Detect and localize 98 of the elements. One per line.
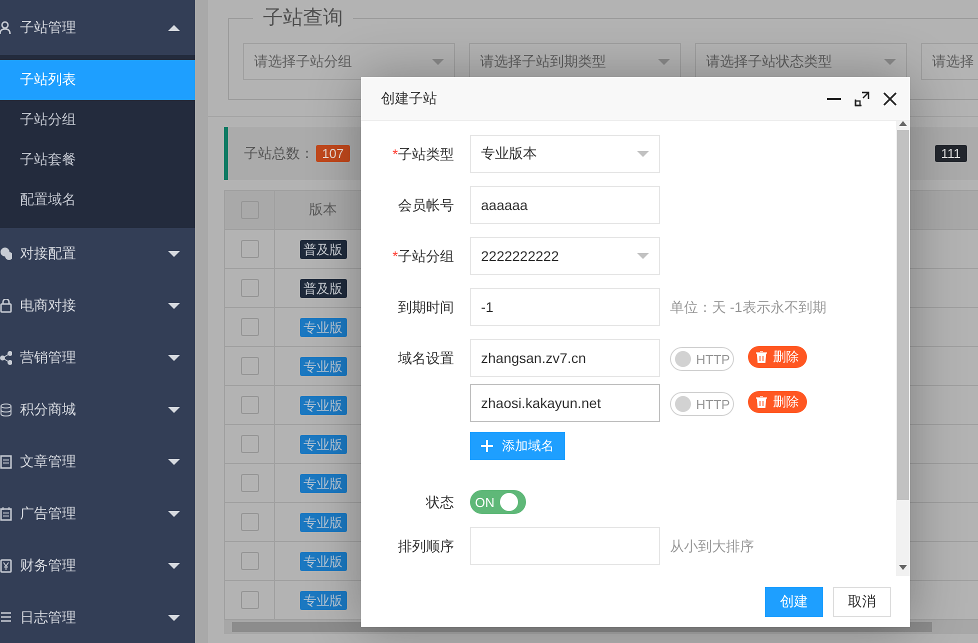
checkbox[interactable] [240,513,258,532]
submenu-item[interactable]: 子站分组 [0,100,195,140]
caret-icon [637,151,649,157]
close-icon[interactable] [882,90,898,106]
caret-icon [168,459,180,465]
version-tag: 专业版 [300,318,346,336]
input-field[interactable]: zhangsan.zv7.cn [470,339,660,377]
caret-icon [168,303,180,309]
trash-icon [756,396,767,408]
version-tag: 普及版 [300,240,346,258]
maximize-icon[interactable] [854,90,870,106]
checkbox[interactable] [240,240,258,258]
list-icon [0,611,12,625]
checkbox[interactable] [240,279,258,298]
submenu-item[interactable]: 配置域名 [0,180,195,220]
menu-label: 电商对接 [20,297,77,315]
input-field[interactable]: zhaosi.kakayun.net [470,384,660,422]
field-label: 域名设置 [397,349,455,368]
arrow-down-icon [899,565,907,570]
yen-icon [0,559,12,573]
sidebar-item[interactable]: 广告管理 [0,488,195,540]
arrow-up-icon [899,121,907,126]
placeholder-text: 请选择子站状态类型 [706,52,832,70]
sidebar-item[interactable]: 财务管理 [0,540,195,592]
version-tag: 专业版 [300,552,346,570]
checkbox[interactable] [240,357,258,376]
dialog-title: 创建子站 [381,90,438,108]
version-tag: 专业版 [300,396,346,414]
hint-text: 单位：天 -1表示永不到期 [670,298,826,317]
version-tag: 专业版 [300,434,346,454]
sidebar-item[interactable]: 子站管理 [0,0,195,55]
chat-icon [0,247,12,261]
panel-title: 子站查询 [262,9,344,27]
input-field[interactable]: aaaaaa [470,186,660,224]
sidebar-item[interactable]: 营销管理 [0,332,195,384]
version-tag: 专业版 [300,356,346,376]
sidebar-item[interactable]: 积分商城 [0,384,195,436]
hint-text: 从小到大排序 [670,537,754,556]
input-field[interactable]: -1 [470,288,660,326]
menu-label: 子站管理 [20,18,77,36]
cancel-button[interactable]: 取消 [833,586,891,616]
menu-label: 对接配置 [20,245,77,263]
count-badge: 111 [935,145,967,162]
version-tag: 普及版 [300,278,346,298]
menu-label: 营销管理 [20,349,77,367]
caret-icon [168,251,180,257]
field-label: 会员帐号 [397,196,455,215]
checkbox[interactable] [240,591,258,610]
caret-icon [637,253,649,259]
placeholder-text: 请选择子站分组 [254,52,352,70]
input-field[interactable] [470,527,660,565]
people-icon [0,20,12,34]
field-label: 到期时间 [397,298,455,317]
coins-icon [0,403,12,417]
checkbox[interactable] [240,318,258,336]
share-icon [0,351,12,365]
caret-icon [168,511,180,517]
version-tag: 专业版 [300,590,346,610]
field-label: 排列顺序 [397,537,455,556]
sidebar-item[interactable]: 文章管理 [0,436,195,488]
bag-icon [0,299,12,313]
plus-icon [481,440,493,452]
checkbox[interactable] [240,552,258,570]
sidebar-item[interactable]: 电商对接 [0,280,195,332]
placeholder-text: 请选择 [932,52,974,70]
menu-label: 积分商城 [20,401,77,419]
menu-label: 财务管理 [20,557,77,575]
placeholder-text: 请选择子站到期类型 [480,52,606,70]
caret-icon [432,58,444,64]
count-badge: 107 [316,145,350,162]
stats-label: 子站总数： [244,144,314,162]
caret-icon [168,563,180,569]
document-icon [0,455,12,469]
sidebar-item[interactable]: 日志管理 [0,592,195,643]
checkbox[interactable] [240,396,258,414]
menu-label: 广告管理 [20,505,77,523]
version-tag: 专业版 [300,474,346,492]
caret-icon [168,407,180,413]
select-field[interactable]: 专业版本 [470,135,660,173]
calendar-icon [0,507,12,521]
field-label: 状态 [425,493,455,512]
version-tag: 专业版 [300,512,346,532]
caret-icon [168,355,180,361]
caret-icon [168,615,180,621]
checkbox[interactable] [240,435,258,454]
caret-icon [884,58,896,64]
menu-label: 日志管理 [20,609,77,627]
sidebar-item[interactable]: 对接配置 [0,228,195,280]
field-label: *子站类型 [392,145,455,164]
vertical-scrollbar[interactable] [896,121,910,576]
checkbox[interactable] [240,474,258,492]
select-field[interactable]: 2222222222 [470,237,660,275]
trash-icon [756,351,767,363]
menu-label: 文章管理 [20,453,77,471]
caret-icon [168,24,180,30]
submenu-item[interactable]: 子站套餐 [0,140,195,180]
field-label: *子站分组 [392,247,455,266]
caret-icon [658,58,670,64]
